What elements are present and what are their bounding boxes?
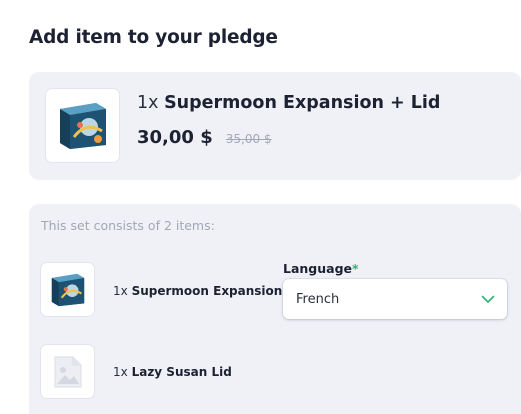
set-item-quantity: 1x — [113, 365, 128, 379]
price-line: 30,00 $ 35,00 $ — [137, 127, 272, 148]
main-item-card: 1x Supermoon Expansion + Lid 30,00 $ 35,… — [29, 72, 521, 180]
set-item: 1x Supermoon Expansion — [113, 284, 282, 298]
language-label: Language* — [283, 261, 359, 276]
product-box-image — [51, 273, 84, 306]
language-selected-value: French — [296, 291, 340, 307]
required-marker: * — [352, 261, 359, 276]
original-price: 35,00 $ — [225, 132, 272, 146]
product-thumbnail — [46, 89, 119, 162]
set-item-name: Supermoon Expansion — [131, 284, 283, 298]
main-item-title: 1x Supermoon Expansion + Lid — [137, 93, 440, 113]
set-item-name: Lazy Susan Lid — [131, 365, 232, 379]
current-price: 30,00 $ — [137, 127, 213, 148]
set-item: 1x Lazy Susan Lid — [113, 365, 232, 379]
language-select[interactable]: French — [283, 279, 507, 319]
chevron-down-icon — [481, 295, 495, 304]
set-contents-panel: This set consists of 2 items: 1x Supermo… — [29, 204, 521, 414]
set-item-thumbnail — [41, 263, 94, 316]
set-item-thumbnail — [41, 345, 94, 398]
image-placeholder-icon — [54, 356, 81, 387]
set-item-quantity: 1x — [113, 284, 128, 298]
main-item-quantity: 1x — [137, 93, 159, 113]
set-caption: This set consists of 2 items: — [41, 218, 215, 233]
product-box-image — [59, 102, 106, 149]
main-item-name: Supermoon Expansion + Lid — [164, 93, 441, 113]
language-label-text: Language — [283, 261, 353, 276]
page-title: Add item to your pledge — [29, 27, 278, 48]
